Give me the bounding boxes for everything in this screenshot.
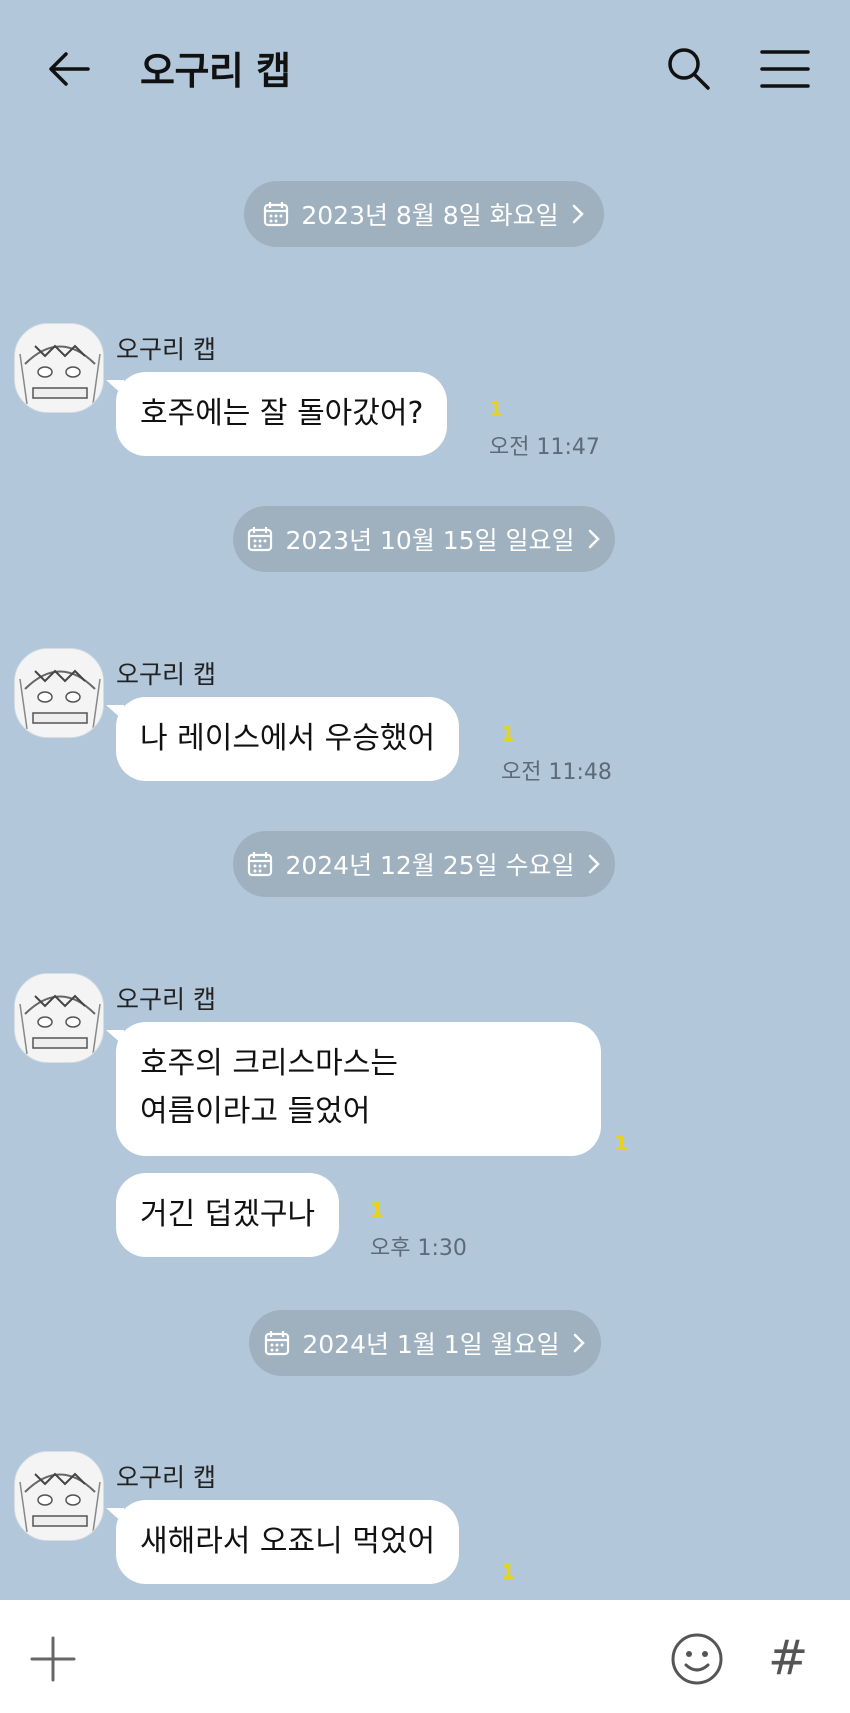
- sender-name: 오구리 캡: [116, 660, 216, 689]
- calendar-icon: [248, 527, 273, 552]
- message-line: 여름이라고 들었어: [140, 1094, 371, 1129]
- avatar[interactable]: [14, 973, 104, 1063]
- date-divider[interactable]: 2024년 12월 25일 수요일: [233, 831, 615, 897]
- date-label: 2024년 12월 25일 수요일: [285, 851, 575, 880]
- message-time: 오후 1:30: [370, 1236, 467, 1261]
- sender-name: 오구리 캡: [116, 1463, 216, 1492]
- hashtag-button[interactable]: #: [768, 1630, 808, 1686]
- search-icon[interactable]: [664, 44, 714, 94]
- calendar-icon: [264, 202, 289, 227]
- emoji-icon[interactable]: [670, 1632, 724, 1686]
- message-bubble[interactable]: 거긴 덥겠구나: [116, 1173, 340, 1257]
- message-time: 오전 11:47: [489, 435, 600, 460]
- date-divider[interactable]: 2023년 10월 15일 일요일: [233, 506, 615, 572]
- calendar-icon: [265, 1331, 290, 1356]
- message-bubble[interactable]: 호주의 크리스마스는 여름이라고 들었어: [106, 1022, 601, 1156]
- date-divider[interactable]: 2023년 8월 8일 화요일: [244, 181, 604, 247]
- date-label: 2023년 8월 8일 화요일: [301, 201, 559, 230]
- message-line: 호주의 크리스마스는: [140, 1046, 398, 1081]
- chat-header: 오구리 캡: [0, 0, 850, 140]
- unread-count: 1: [501, 722, 515, 746]
- avatar[interactable]: [14, 323, 104, 413]
- date-divider[interactable]: 2024년 1월 1일 월요일: [249, 1310, 601, 1376]
- unread-count: 1: [489, 397, 503, 421]
- avatar[interactable]: [14, 1451, 104, 1541]
- avatar[interactable]: [14, 648, 104, 738]
- calendar-icon: [248, 852, 273, 877]
- chevron-right-icon: [573, 1333, 585, 1353]
- chevron-right-icon: [572, 204, 584, 224]
- sender-name: 오구리 캡: [116, 335, 216, 364]
- message-bubble[interactable]: 호주에는 잘 돌아갔어?: [105, 372, 448, 456]
- date-label: 2024년 1월 1일 월요일: [302, 1330, 560, 1359]
- hamburger-menu-icon[interactable]: [758, 44, 812, 94]
- sender-name: 오구리 캡: [116, 985, 216, 1014]
- plus-icon[interactable]: [30, 1636, 76, 1682]
- date-label: 2023년 10월 15일 일요일: [285, 526, 575, 555]
- message-bubble[interactable]: 새해라서 오죠니 먹었어: [105, 1500, 460, 1584]
- unread-count: 1: [614, 1131, 628, 1155]
- message-time: 오전 11:48: [501, 760, 612, 785]
- unread-count: 1: [370, 1198, 384, 1222]
- chevron-right-icon: [588, 529, 600, 549]
- chevron-right-icon: [588, 854, 600, 874]
- chat-title: 오구리 캡: [140, 49, 291, 93]
- message-bubble[interactable]: 나 레이스에서 우승했어: [105, 697, 460, 781]
- arrow-left-icon[interactable]: [44, 44, 94, 94]
- chat-input-bar: #: [0, 1600, 850, 1713]
- unread-count: 1: [501, 1560, 515, 1584]
